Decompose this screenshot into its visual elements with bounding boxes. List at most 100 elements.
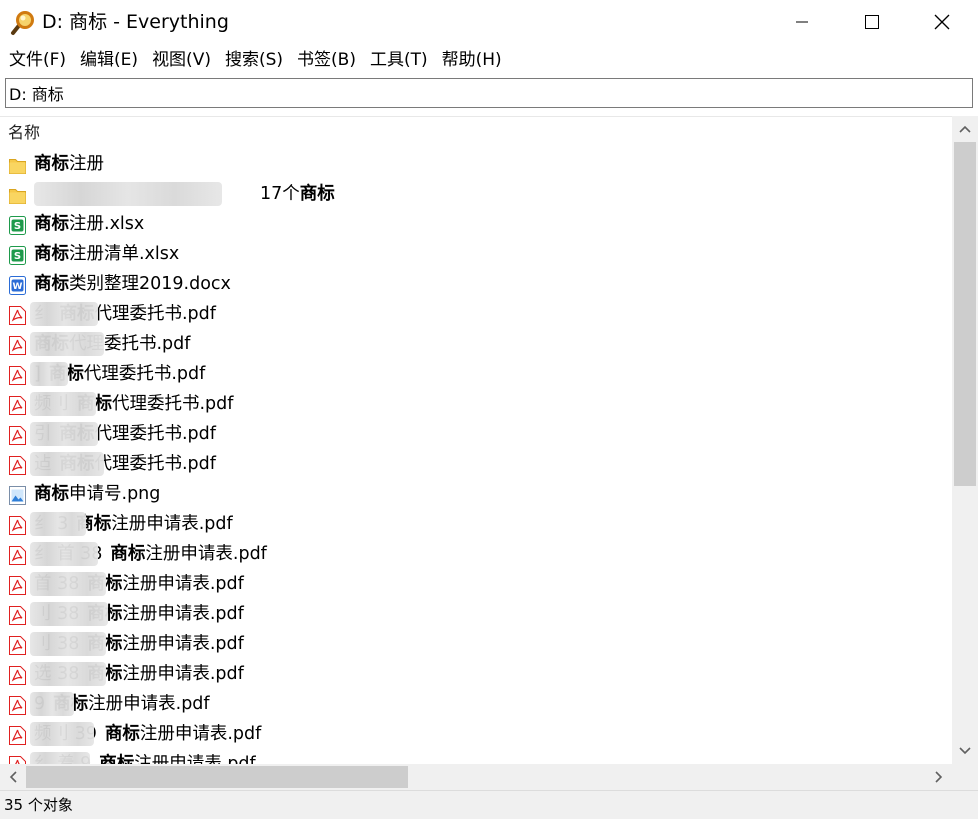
file-name-suffix: 代理委托书.pdf [83,364,206,384]
horizontal-scroll-thumb[interactable] [26,766,408,788]
redaction-blur [30,692,74,716]
file-row[interactable]: 9商标注册申请表.pdf [0,689,952,719]
file-row[interactable]: 迠商标代理委托书.pdf [0,449,952,479]
file-name: 商标注册清单.xlsx [34,239,179,269]
vertical-scrollbar[interactable] [952,116,978,764]
menu-bookmarks[interactable]: 书签(B) [290,45,363,75]
vertical-scroll-thumb[interactable] [954,142,976,486]
search-match-highlight: 商标 [110,544,146,564]
scroll-up-button[interactable] [952,116,978,142]
file-name-lead: 17个 [260,184,300,204]
pdf-file-icon [9,695,26,715]
excel-file-icon: S [9,215,26,235]
file-row[interactable]: 纟商标代理委托书.pdf [0,299,952,329]
file-row[interactable]: ]商标代理委托书.pdf [0,359,952,389]
close-icon [934,14,950,30]
search-match-highlight: 商标 [34,274,69,294]
title-bar[interactable]: D: 商标 - Everything [0,0,978,44]
search-match-highlight: 商标 [104,724,140,744]
redaction-blur [30,302,98,326]
menu-file[interactable]: 文件(F) [2,45,73,75]
svg-text:S: S [14,251,21,262]
excel-file-icon: S [9,245,26,265]
scroll-down-button[interactable] [952,738,978,764]
file-row[interactable]: 17个商标 [0,179,952,209]
file-name-suffix: 注册申请表.pdf [122,574,244,594]
word-file-icon: W [9,275,26,295]
redaction-blur [30,422,98,446]
file-name-suffix: 注册申请表.pdf [122,604,244,624]
search-match-highlight: 商标 [299,184,335,204]
redaction-blur [30,722,94,746]
file-name-suffix: 注册申请表.pdf [88,694,210,714]
close-button[interactable] [907,0,977,44]
horizontal-scrollbar[interactable] [0,764,952,790]
file-name-suffix: 注册申请表.pdf [111,514,233,534]
file-row[interactable]: 刂 38商标注册申请表.pdf [0,629,952,659]
file-name-suffix: 注册申请表.pdf [139,724,262,744]
window-title: D: 商标 - Everything [42,11,229,33]
menu-edit[interactable]: 编辑(E) [73,45,145,75]
file-name-suffix: 注册.xlsx [69,214,145,234]
menu-tools[interactable]: 工具(T) [363,45,435,75]
file-row[interactable]: 选 38商标注册申请表.pdf [0,659,952,689]
file-name-suffix: 代理委托书.pdf [94,424,216,444]
pdf-file-icon [9,515,26,535]
file-row[interactable]: 纟 着 9商标注册申请表.pdf [0,749,952,765]
image-file-icon [9,485,26,505]
pdf-file-icon [9,395,26,415]
file-name-suffix: 代理委托书.pdf [112,394,234,414]
redaction-blur [30,452,104,476]
file-row[interactable]: W 商标类别整理2019.docx [0,269,952,299]
pdf-file-icon [9,605,26,625]
scroll-right-button[interactable] [926,764,952,790]
folder-icon [9,155,26,174]
file-name-suffix: 申请号.png [69,484,161,504]
magnifier-app-icon [10,10,36,36]
file-row[interactable]: 纟 首 38商标注册申请表.pdf [0,539,952,569]
file-rows: 商标注册 17个商标 S 商标注册.xlsx S 商标注册清单.xlsx W 商标类别整理20… [0,149,952,765]
menu-search[interactable]: 搜索(S) [218,45,290,75]
redaction-blur [30,602,108,626]
menu-view[interactable]: 视图(V) [145,45,218,75]
file-name-suffix: 注册申请表.pdf [145,544,267,564]
file-row[interactable]: 商标代理委托书.pdf [0,329,952,359]
redaction-blur [30,362,68,386]
minimize-icon [796,21,808,23]
file-row[interactable]: 商标注册 [0,149,952,179]
file-row[interactable]: 频刂商标代理委托书.pdf [0,389,952,419]
redaction-blur [30,662,106,686]
svg-text:S: S [14,221,21,232]
file-row[interactable]: S 商标注册清单.xlsx [0,239,952,269]
search-match-highlight: 商标 [34,214,69,234]
minimize-button[interactable] [767,0,837,44]
object-count: 35 个对象 [4,796,73,814]
file-row[interactable]: 频刂 39商标注册申请表.pdf [0,719,952,749]
menu-help[interactable]: 帮助(H) [435,45,509,75]
file-row[interactable]: 刂 38商标注册申请表.pdf [0,599,952,629]
chevron-right-icon [935,771,943,783]
pdf-file-icon [9,335,26,355]
status-bar: 35 个对象 [0,790,978,819]
redaction-blur [30,632,106,656]
maximize-button[interactable] [837,0,907,44]
file-row[interactable]: S 商标注册.xlsx [0,209,952,239]
file-name: 商标注册.xlsx [34,209,144,239]
file-name-suffix: 注册 [69,154,104,174]
file-row[interactable]: 纟 3商标注册申请表.pdf [0,509,952,539]
pdf-file-icon [9,425,26,445]
file-name: 商标类别整理2019.docx [34,269,231,299]
scroll-left-button[interactable] [0,764,26,790]
maximize-icon [865,15,879,29]
file-row[interactable]: 首 38商标注册申请表.pdf [0,569,952,599]
file-row[interactable]: 商标申请号.png [0,479,952,509]
file-row[interactable]: 引商标代理委托书.pdf [0,419,952,449]
column-header-name[interactable]: 名称 [0,117,952,149]
search-input[interactable] [5,78,973,108]
file-name: 商标注册 [34,149,104,179]
pdf-file-icon [9,635,26,655]
redaction-blur [30,392,96,416]
results-list[interactable]: 名称 商标注册 17个商标 S 商标注册.xlsx S 商标注册清单.xlsx W 商标类别整… [0,116,952,765]
chevron-left-icon [9,771,17,783]
pdf-file-icon [9,545,26,565]
